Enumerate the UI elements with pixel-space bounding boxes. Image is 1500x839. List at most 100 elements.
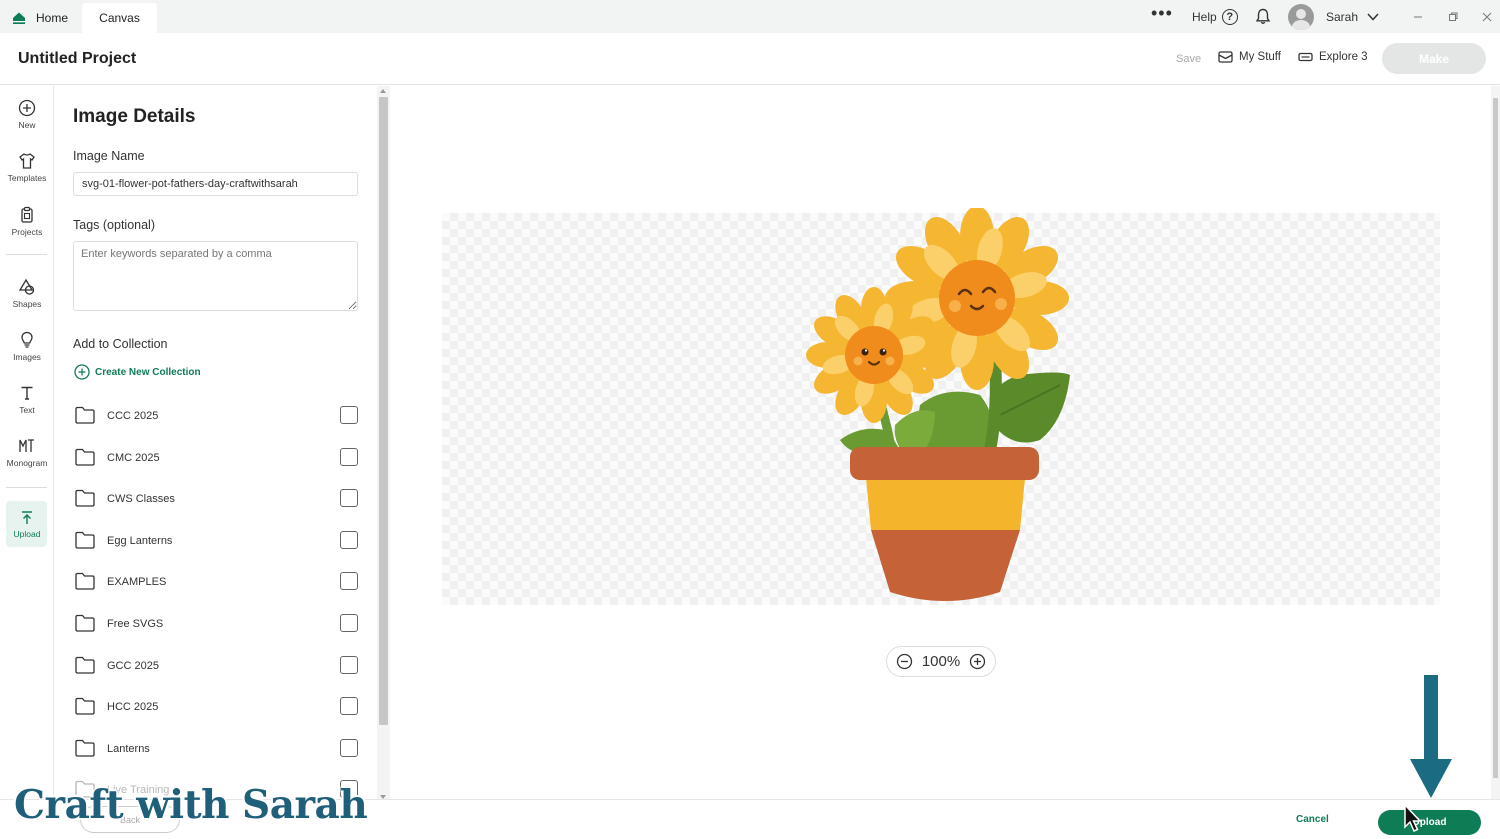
make-button[interactable]: Make — [1382, 43, 1486, 74]
help-icon: ? — [1221, 8, 1238, 25]
help-label: Help — [1192, 9, 1217, 24]
collection-row[interactable]: Lanterns — [75, 738, 365, 781]
machine-label: Explore 3 — [1319, 51, 1368, 63]
machine-button[interactable]: Explore 3 — [1298, 51, 1368, 63]
collection-row[interactable]: CMC 2025 — [75, 447, 365, 490]
rail-divider — [6, 254, 47, 255]
collection-checkbox[interactable] — [340, 489, 358, 508]
project-title[interactable]: Untitled Project — [18, 50, 136, 68]
rail-monogram[interactable]: Monogram — [0, 437, 54, 468]
create-collection-button[interactable]: Create New Collection — [74, 364, 201, 380]
rail-templates[interactable]: Templates — [0, 152, 54, 183]
tags-label: Tags (optional) — [73, 218, 155, 232]
folder-icon — [75, 656, 95, 674]
collection-name: EXAMPLES — [107, 576, 167, 589]
watermark-logo: Craft with Sarah — [14, 782, 368, 828]
folder-icon — [75, 573, 95, 591]
collection-name: Free SVGS — [107, 617, 164, 630]
folder-icon — [75, 448, 95, 466]
image-name-input[interactable] — [73, 172, 358, 196]
zoom-level: 100% — [921, 653, 961, 670]
plus-circle-icon — [18, 99, 36, 117]
folder-icon — [75, 739, 95, 757]
mouse-cursor-icon — [1404, 804, 1422, 832]
collection-row[interactable]: EXAMPLES — [75, 572, 365, 614]
clipboard-icon — [21, 206, 33, 223]
collection-name: CCC 2025 — [107, 410, 159, 422]
collection-row[interactable]: Free SVGS — [75, 613, 365, 656]
rail-text[interactable]: Text — [0, 384, 54, 415]
restore-button[interactable] — [1448, 0, 1458, 33]
scroll-up-arrow[interactable] — [380, 89, 386, 93]
restore-icon — [1449, 12, 1458, 21]
collection-name: Lanterns — [107, 742, 150, 755]
upload-button[interactable]: Upload — [1378, 810, 1481, 835]
inbox-icon — [1218, 51, 1233, 63]
collection-row[interactable]: GCC 2025 — [75, 655, 365, 698]
rail-text-label: Text — [19, 405, 35, 415]
collection-checkbox[interactable] — [340, 697, 358, 716]
canvas-scrollbar[interactable] — [1491, 86, 1500, 799]
collection-label: Add to Collection — [73, 337, 168, 351]
arrow-down-icon — [1410, 675, 1452, 798]
collection-checkbox[interactable] — [340, 613, 358, 632]
zoom-out-icon[interactable] — [896, 653, 913, 670]
lightbulb-icon — [21, 331, 33, 348]
collection-checkbox[interactable] — [340, 572, 358, 591]
rail-shapes[interactable]: Shapes — [0, 278, 54, 309]
rail-new[interactable]: New — [0, 99, 54, 130]
collection-row[interactable]: Egg Lanterns — [75, 530, 365, 573]
rail-new-label: New — [18, 120, 36, 130]
collection-checkbox[interactable] — [340, 406, 358, 424]
zoom-in-icon[interactable] — [969, 653, 986, 670]
canvas-scrollbar-thumb[interactable] — [1493, 98, 1498, 778]
collection-name: HCC 2025 — [107, 701, 159, 714]
folder-icon — [75, 614, 95, 632]
rail-monogram-label: Monogram — [6, 458, 48, 468]
tab-canvas-label: Canvas — [99, 11, 140, 25]
rail-images[interactable]: Images — [0, 331, 54, 362]
my-stuff-button[interactable]: My Stuff — [1218, 51, 1281, 63]
collection-name: Egg Lanterns — [107, 534, 173, 547]
tab-home-label: Home — [36, 11, 69, 25]
help-button[interactable]: Help ? — [1192, 0, 1238, 33]
folder-icon — [75, 490, 95, 507]
collection-row[interactable]: CCC 2025 — [75, 406, 365, 448]
collection-checkbox[interactable] — [340, 738, 358, 757]
save-button[interactable]: Save — [1176, 53, 1201, 65]
rail-images-label: Images — [13, 352, 41, 362]
zoom-control: 100% — [886, 646, 996, 677]
user-name: Sarah — [1326, 9, 1359, 24]
tab-bar: Home Canvas ••• Help ? Sarah — [0, 0, 1500, 33]
text-icon — [21, 386, 33, 400]
folder-icon — [75, 698, 95, 715]
tags-input[interactable] — [73, 241, 358, 311]
tab-home[interactable]: Home — [12, 3, 68, 33]
rail-projects[interactable]: Projects — [0, 206, 54, 237]
create-collection-label: Create New Collection — [95, 366, 201, 378]
collection-row[interactable]: HCC 2025 — [75, 697, 365, 739]
close-button[interactable] — [1482, 0, 1492, 33]
panel-scrollbar-thumb[interactable] — [379, 97, 388, 725]
chevron-down-icon — [1367, 12, 1379, 21]
user-menu[interactable]: Sarah — [1288, 0, 1380, 33]
home-icon — [13, 12, 25, 24]
upload-icon — [22, 511, 32, 524]
rail-upload[interactable]: Upload — [0, 510, 54, 539]
image-name-label: Image Name — [73, 149, 145, 163]
more-icon[interactable]: ••• — [1151, 0, 1173, 30]
minimize-button[interactable] — [1413, 0, 1423, 33]
collection-checkbox[interactable] — [340, 530, 358, 549]
collection-row[interactable]: CWS Classes — [75, 489, 365, 531]
collection-checkbox[interactable] — [340, 655, 358, 674]
machine-icon — [1298, 52, 1313, 61]
monogram-icon — [19, 439, 34, 452]
plus-circle-icon — [74, 364, 90, 380]
notifications-button[interactable] — [1255, 0, 1271, 33]
my-stuff-label: My Stuff — [1239, 51, 1281, 63]
cancel-button[interactable]: Cancel — [1296, 814, 1329, 825]
rail-templates-label: Templates — [7, 173, 47, 183]
collection-checkbox[interactable] — [340, 447, 358, 466]
tab-canvas[interactable]: Canvas — [82, 3, 157, 33]
collection-name: GCC 2025 — [107, 659, 159, 672]
